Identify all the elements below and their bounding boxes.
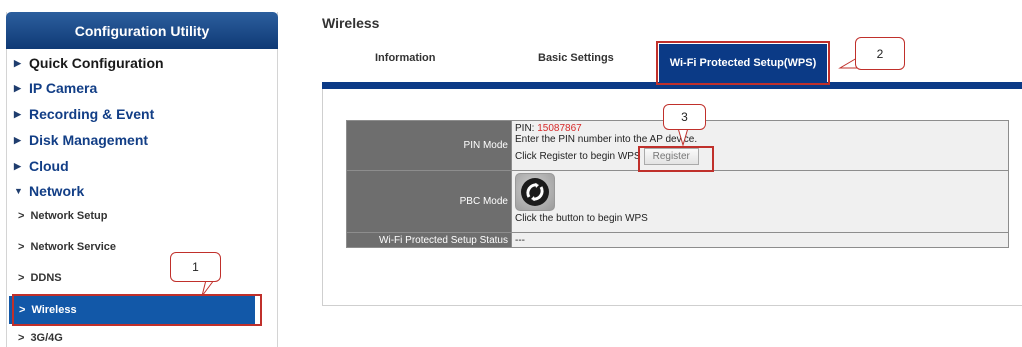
- callout-2: 2: [855, 37, 905, 70]
- callout-3: 3: [663, 104, 706, 130]
- callout-1: 1: [170, 252, 221, 282]
